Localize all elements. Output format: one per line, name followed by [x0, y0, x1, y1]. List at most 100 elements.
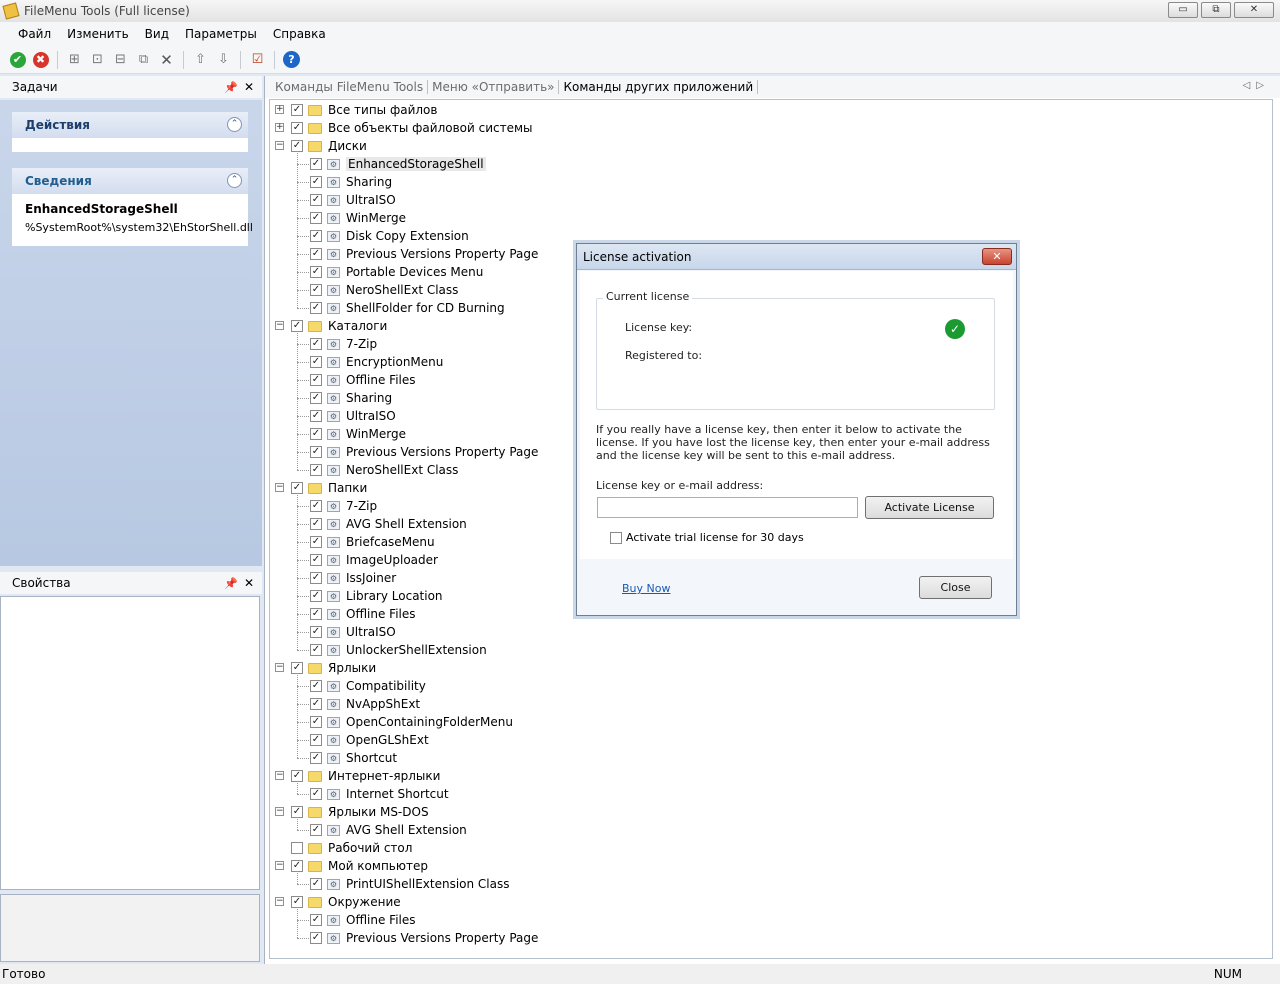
expand-icon[interactable]: +: [275, 123, 284, 132]
tree-checkbox[interactable]: ✓: [310, 608, 322, 620]
help-button[interactable]: ?: [282, 50, 301, 69]
menu-view[interactable]: Вид: [137, 27, 177, 41]
tree-checkbox[interactable]: ✓: [310, 698, 322, 710]
tree-checkbox[interactable]: ✓: [310, 266, 322, 278]
tree-item[interactable]: ✓ ⚙ Offline Files: [310, 371, 416, 389]
tree-checkbox[interactable]: ✓: [310, 446, 322, 458]
tree-item[interactable]: ✓ ⚙ Compatibility: [310, 677, 426, 695]
license-key-input[interactable]: [597, 497, 858, 518]
tree-item[interactable]: ✓ ⚙ Portable Devices Menu: [310, 263, 483, 281]
tree-item[interactable]: ✓ ⚙ NeroShellExt Class: [310, 461, 458, 479]
tree-checkbox[interactable]: ✓: [310, 680, 322, 692]
tree-checkbox[interactable]: ✓: [310, 428, 322, 440]
pin-icon[interactable]: 📌: [224, 577, 238, 590]
tree-item[interactable]: ✓ ⚙ AVG Shell Extension: [310, 821, 467, 839]
tree-item[interactable]: ✓ ⚙ BriefcaseMenu: [310, 533, 435, 551]
tree-checkbox[interactable]: ✓: [310, 752, 322, 764]
collapse-icon[interactable]: ⌃: [227, 173, 242, 188]
minimize-button[interactable]: ▭: [1168, 2, 1198, 18]
tree-item[interactable]: ✓ ⚙ OpenContainingFolderMenu: [310, 713, 513, 731]
tree-checkbox[interactable]: ✓: [310, 518, 322, 530]
tab-other-apps-commands[interactable]: Команды других приложений: [559, 80, 759, 94]
tree-checkbox[interactable]: ✓: [291, 122, 303, 134]
tree-item[interactable]: ✓ ⚙ Shortcut: [310, 749, 397, 767]
pin-icon[interactable]: 📌: [224, 81, 238, 94]
collapse-icon[interactable]: −: [275, 141, 284, 150]
check-all-button[interactable]: ☑: [248, 50, 267, 69]
cancel-button[interactable]: ✖: [31, 50, 50, 69]
tree-checkbox[interactable]: ✓: [310, 356, 322, 368]
tree-checkbox[interactable]: ✓: [310, 248, 322, 260]
tree-category[interactable]: + ✓ Все объекты файловой системы: [275, 119, 533, 137]
tree-item[interactable]: ✓ ⚙ AVG Shell Extension: [310, 515, 467, 533]
menu-edit[interactable]: Изменить: [59, 27, 137, 41]
apply-button[interactable]: ✔: [8, 50, 27, 69]
tree-checkbox[interactable]: ✓: [310, 914, 322, 926]
tree-item[interactable]: ✓ ⚙ WinMerge: [310, 425, 406, 443]
collapse-icon[interactable]: −: [275, 807, 284, 816]
tree-checkbox[interactable]: ✓: [310, 410, 322, 422]
tree-checkbox[interactable]: ✓: [310, 176, 322, 188]
tree-checkbox[interactable]: ✓: [310, 590, 322, 602]
tree-checkbox[interactable]: ✓: [310, 392, 322, 404]
close-window-button[interactable]: ✕: [1234, 2, 1274, 18]
tree-item[interactable]: ✓ ⚙ EnhancedStorageShell: [310, 155, 486, 173]
tree-checkbox[interactable]: ✓: [310, 536, 322, 548]
tree-category[interactable]: − ✓ Ярлыки: [275, 659, 376, 677]
tree-item[interactable]: ✓ ⚙ 7-Zip: [310, 497, 377, 515]
tree-checkbox[interactable]: [291, 842, 303, 854]
tree-checkbox[interactable]: ✓: [310, 338, 322, 350]
tree-item[interactable]: ✓ ⚙ Previous Versions Property Page: [310, 929, 538, 947]
trial-option[interactable]: Activate trial license for 30 days: [610, 531, 804, 544]
tree-checkbox[interactable]: ✓: [310, 824, 322, 836]
tree-checkbox[interactable]: ✓: [310, 302, 322, 314]
tree-item[interactable]: ✓ ⚙ Internet Shortcut: [310, 785, 449, 803]
tree-checkbox[interactable]: ✓: [310, 734, 322, 746]
collapse-icon[interactable]: −: [275, 483, 284, 492]
new-submenu-button[interactable]: ⊟: [111, 50, 130, 69]
menu-file[interactable]: Файл: [10, 27, 59, 41]
tab-scroll-arrows-icon[interactable]: ◁▷: [1243, 80, 1270, 91]
tree-item[interactable]: ✓ ⚙ ImageUploader: [310, 551, 438, 569]
dialog-close-icon[interactable]: ✕: [982, 248, 1012, 265]
new-item-button[interactable]: ⊡: [88, 50, 107, 69]
tree-item[interactable]: ✓ ⚙ Sharing: [310, 389, 392, 407]
tree-checkbox[interactable]: ✓: [310, 500, 322, 512]
tree-checkbox[interactable]: ✓: [310, 284, 322, 296]
tree-checkbox[interactable]: ✓: [310, 572, 322, 584]
trial-checkbox[interactable]: [610, 531, 622, 544]
maximize-button[interactable]: ⧉: [1201, 2, 1231, 18]
tree-checkbox[interactable]: ✓: [310, 158, 322, 170]
actions-card-header[interactable]: Действия: [12, 112, 248, 138]
close-pane-icon[interactable]: ✕: [244, 576, 254, 590]
tree-item[interactable]: ✓ ⚙ UltraISO: [310, 407, 396, 425]
collapse-icon[interactable]: ⌃: [227, 117, 242, 132]
tree-item[interactable]: ✓ ⚙ Previous Versions Property Page: [310, 245, 538, 263]
tree-item[interactable]: ✓ ⚙ OpenGLShExt: [310, 731, 429, 749]
properties-grid[interactable]: [0, 596, 260, 890]
collapse-icon[interactable]: −: [275, 321, 284, 330]
tree-checkbox[interactable]: ✓: [310, 788, 322, 800]
collapse-icon[interactable]: −: [275, 663, 284, 672]
tree-item[interactable]: ✓ ⚙ Library Location: [310, 587, 443, 605]
tree-category[interactable]: − ✓ Каталоги: [275, 317, 387, 335]
tree-item[interactable]: ✓ ⚙ Offline Files: [310, 911, 416, 929]
tab-filemenu-commands[interactable]: Команды FileMenu Tools: [271, 80, 429, 94]
tree-checkbox[interactable]: ✓: [310, 554, 322, 566]
tree-category[interactable]: Рабочий стол: [291, 839, 412, 857]
tree-checkbox[interactable]: ✓: [310, 194, 322, 206]
tree-checkbox[interactable]: ✓: [310, 212, 322, 224]
tree-item[interactable]: ✓ ⚙ Sharing: [310, 173, 392, 191]
tree-category[interactable]: − ✓ Диски: [275, 137, 367, 155]
tree-checkbox[interactable]: ✓: [310, 230, 322, 242]
tree-item[interactable]: ✓ ⚙ NvAppShExt: [310, 695, 420, 713]
copy-button[interactable]: ⧉: [134, 50, 153, 69]
menu-options[interactable]: Параметры: [177, 27, 265, 41]
tree-category[interactable]: + ✓ Все типы файлов: [275, 101, 437, 119]
tree-checkbox[interactable]: ✓: [310, 644, 322, 656]
expand-icon[interactable]: +: [275, 105, 284, 114]
tree-item[interactable]: ✓ ⚙ Previous Versions Property Page: [310, 443, 538, 461]
tree-category[interactable]: − ✓ Мой компьютер: [275, 857, 428, 875]
close-button[interactable]: Close: [919, 576, 992, 599]
tree-item[interactable]: ✓ ⚙ UnlockerShellExtension: [310, 641, 487, 659]
